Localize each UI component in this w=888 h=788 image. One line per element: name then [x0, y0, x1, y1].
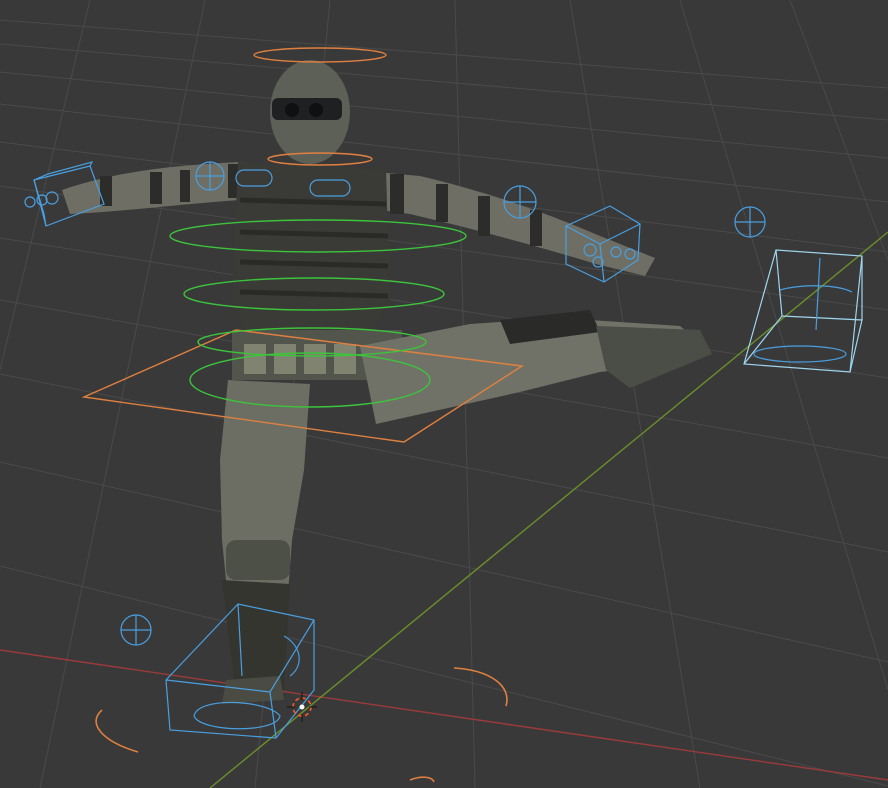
knee-pole-icon[interactable]	[734, 206, 766, 238]
soldier-character-mesh[interactable]	[62, 60, 712, 704]
3d-viewport[interactable]	[0, 0, 888, 788]
viewport-canvas[interactable]	[0, 0, 888, 788]
head-control[interactable]	[253, 47, 387, 63]
left-foot-roll-arc[interactable]	[95, 709, 139, 753]
right-elbow-pole-icon[interactable]	[503, 185, 537, 219]
left-knee-pole-icon[interactable]	[120, 614, 152, 646]
right-foot-roll-arc[interactable]	[453, 667, 508, 707]
left-elbow-pole-icon[interactable]	[195, 161, 225, 191]
x-axis-line	[0, 649, 888, 781]
